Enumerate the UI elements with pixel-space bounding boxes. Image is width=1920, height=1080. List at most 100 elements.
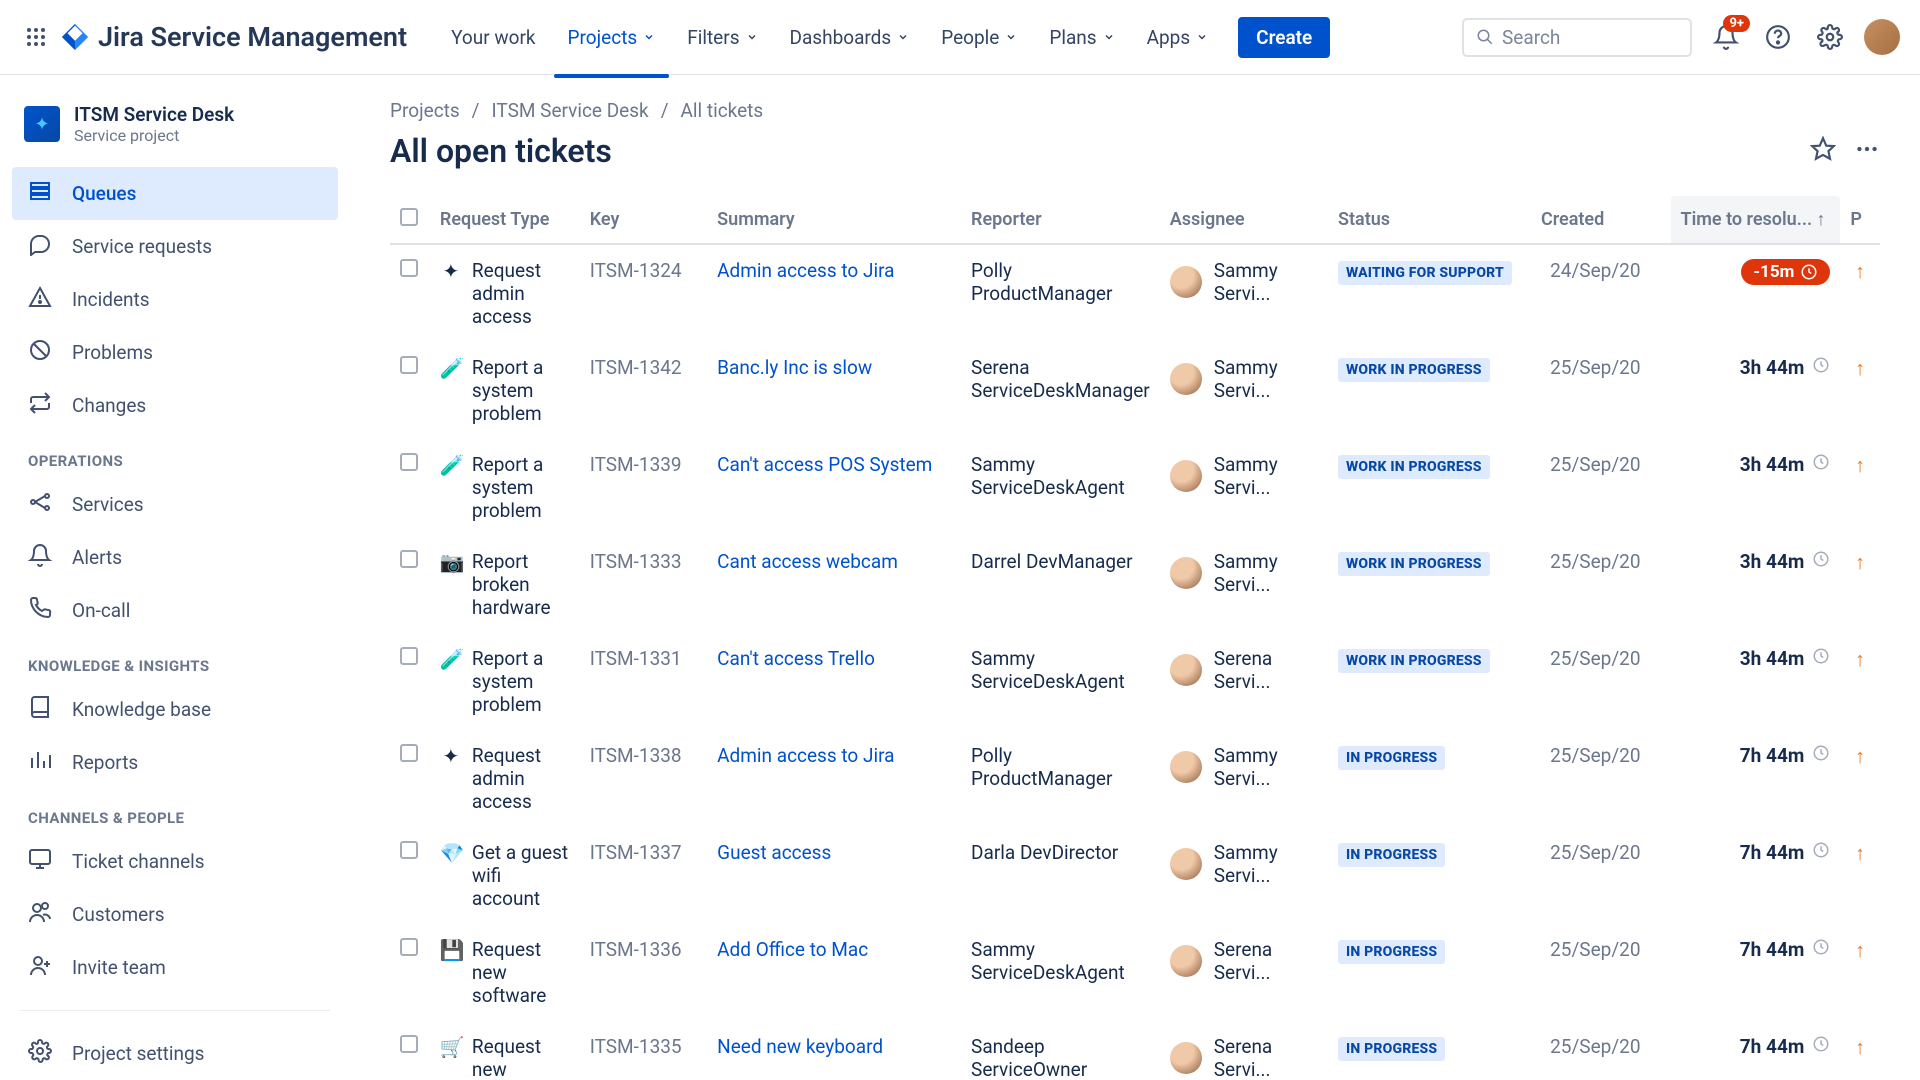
row-checkbox[interactable] [400, 453, 418, 471]
nav-people[interactable]: People [927, 16, 1031, 59]
sidebar-item-problems[interactable]: Problems [12, 326, 338, 379]
table-row[interactable]: 💎Get a guest wifi account ITSM-1337 Gues… [390, 827, 1880, 924]
assignee-name: Serena Servi... [1214, 647, 1318, 693]
product-name: Jira Service Management [98, 21, 407, 53]
product-logo[interactable]: Jira Service Management [60, 21, 407, 53]
issue-key[interactable]: ITSM-1338 [580, 730, 707, 827]
table-row[interactable]: ✦Request admin access ITSM-1338 Admin ac… [390, 730, 1880, 827]
issue-summary[interactable]: Guest access [707, 827, 961, 924]
assignee-avatar [1170, 848, 1202, 880]
status-badge[interactable]: IN PROGRESS [1338, 1037, 1445, 1061]
issue-key[interactable]: ITSM-1342 [580, 342, 707, 439]
nav-apps[interactable]: Apps [1133, 16, 1223, 59]
table-row[interactable]: 🛒Request new hardware ITSM-1335 Need new… [390, 1021, 1880, 1080]
sidebar-item-label: Reports [72, 751, 138, 774]
sidebar-item-on-call[interactable]: On-call [12, 584, 338, 637]
create-button[interactable]: Create [1238, 17, 1330, 58]
status-badge[interactable]: IN PROGRESS [1338, 843, 1445, 867]
sidebar-item-reports[interactable]: Reports [12, 736, 338, 789]
clock-icon [1812, 744, 1830, 762]
status-badge[interactable]: WAITING FOR SUPPORT [1338, 261, 1512, 285]
row-checkbox[interactable] [400, 647, 418, 665]
row-checkbox[interactable] [400, 356, 418, 374]
column-header[interactable]: Assignee [1160, 196, 1328, 244]
sidebar-item-invite team[interactable]: Invite team [12, 941, 338, 994]
sidebar-item-project settings[interactable]: Project settings [12, 1027, 338, 1080]
status-badge[interactable]: WORK IN PROGRESS [1338, 649, 1490, 673]
issue-key[interactable]: ITSM-1324 [580, 244, 707, 342]
issue-summary[interactable]: Cant access webcam [707, 536, 961, 633]
column-header[interactable]: Time to resolu... ↑ [1671, 196, 1841, 244]
breadcrumb-item[interactable]: All tickets [681, 99, 764, 122]
issue-key[interactable]: ITSM-1333 [580, 536, 707, 633]
sort-arrow-icon: ↑ [1817, 209, 1826, 230]
sidebar-item-alerts[interactable]: Alerts [12, 531, 338, 584]
issue-summary[interactable]: Admin access to Jira [707, 244, 961, 342]
more-icon[interactable] [1854, 136, 1880, 167]
column-header[interactable]: Request Type [430, 196, 580, 244]
sla-value: 7h 44m [1740, 938, 1831, 961]
issue-summary[interactable]: Banc.ly Inc is slow [707, 342, 961, 439]
sidebar-item-services[interactable]: Services [12, 478, 338, 531]
help-icon[interactable] [1760, 19, 1796, 55]
sidebar-item-changes[interactable]: Changes [12, 379, 338, 432]
row-checkbox[interactable] [400, 259, 418, 277]
assignee-avatar [1170, 1042, 1202, 1074]
search-input[interactable]: Search [1462, 18, 1692, 57]
status-badge[interactable]: WORK IN PROGRESS [1338, 358, 1490, 382]
sidebar-item-knowledge base[interactable]: Knowledge base [12, 683, 338, 736]
app-switcher-icon[interactable] [20, 21, 52, 53]
row-checkbox[interactable] [400, 550, 418, 568]
issue-summary[interactable]: Admin access to Jira [707, 730, 961, 827]
row-checkbox[interactable] [400, 1035, 418, 1053]
issue-summary[interactable]: Need new keyboard [707, 1021, 961, 1080]
profile-avatar[interactable] [1864, 19, 1900, 55]
nav-dashboards[interactable]: Dashboards [776, 16, 924, 59]
nav-your work[interactable]: Your work [437, 16, 549, 59]
breadcrumb-item[interactable]: ITSM Service Desk [492, 99, 649, 122]
column-header[interactable]: Summary [707, 196, 961, 244]
table-row[interactable]: ✦Request admin access ITSM-1324 Admin ac… [390, 244, 1880, 342]
status-badge[interactable]: IN PROGRESS [1338, 746, 1445, 770]
sidebar-item-ticket channels[interactable]: Ticket channels [12, 835, 338, 888]
issue-summary[interactable]: Can't access POS System [707, 439, 961, 536]
star-icon[interactable] [1810, 136, 1836, 167]
status-badge[interactable]: IN PROGRESS [1338, 940, 1445, 964]
notifications-icon[interactable]: 9+ [1708, 19, 1744, 55]
column-header[interactable]: Reporter [961, 196, 1160, 244]
sidebar-item-queues[interactable]: Queues [12, 167, 338, 220]
column-header[interactable]: Created [1531, 196, 1671, 244]
row-checkbox[interactable] [400, 744, 418, 762]
column-header[interactable]: P [1840, 196, 1880, 244]
nav-projects[interactable]: Projects [554, 16, 670, 59]
table-row[interactable]: 💾Request new software ITSM-1336 Add Offi… [390, 924, 1880, 1021]
settings-icon[interactable] [1812, 19, 1848, 55]
issue-key[interactable]: ITSM-1335 [580, 1021, 707, 1080]
status-badge[interactable]: WORK IN PROGRESS [1338, 552, 1490, 576]
table-row[interactable]: 🧪Report a system problem ITSM-1339 Can't… [390, 439, 1880, 536]
select-all-checkbox[interactable] [400, 208, 418, 226]
row-checkbox[interactable] [400, 841, 418, 859]
table-row[interactable]: 📷Report broken hardware ITSM-1333 Cant a… [390, 536, 1880, 633]
issue-key[interactable]: ITSM-1339 [580, 439, 707, 536]
column-header[interactable]: Key [580, 196, 707, 244]
table-row[interactable]: 🧪Report a system problem ITSM-1342 Banc.… [390, 342, 1880, 439]
sidebar-item-service requests[interactable]: Service requests [12, 220, 338, 273]
nav-plans[interactable]: Plans [1035, 16, 1128, 59]
breadcrumb-item[interactable]: Projects [390, 99, 460, 122]
issue-key[interactable]: ITSM-1337 [580, 827, 707, 924]
status-badge[interactable]: WORK IN PROGRESS [1338, 455, 1490, 479]
column-header[interactable]: Status [1328, 196, 1531, 244]
sidebar-item-customers[interactable]: Customers [12, 888, 338, 941]
issue-summary[interactable]: Can't access Trello [707, 633, 961, 730]
issue-key[interactable]: ITSM-1336 [580, 924, 707, 1021]
nav-filters[interactable]: Filters [673, 16, 771, 59]
incident-icon [28, 285, 52, 314]
project-header[interactable]: ✦ ITSM Service Desk Service project [12, 95, 338, 153]
table-row[interactable]: 🧪Report a system problem ITSM-1331 Can't… [390, 633, 1880, 730]
row-checkbox[interactable] [400, 938, 418, 956]
column-header[interactable] [390, 196, 430, 244]
sidebar-item-incidents[interactable]: Incidents [12, 273, 338, 326]
issue-summary[interactable]: Add Office to Mac [707, 924, 961, 1021]
issue-key[interactable]: ITSM-1331 [580, 633, 707, 730]
